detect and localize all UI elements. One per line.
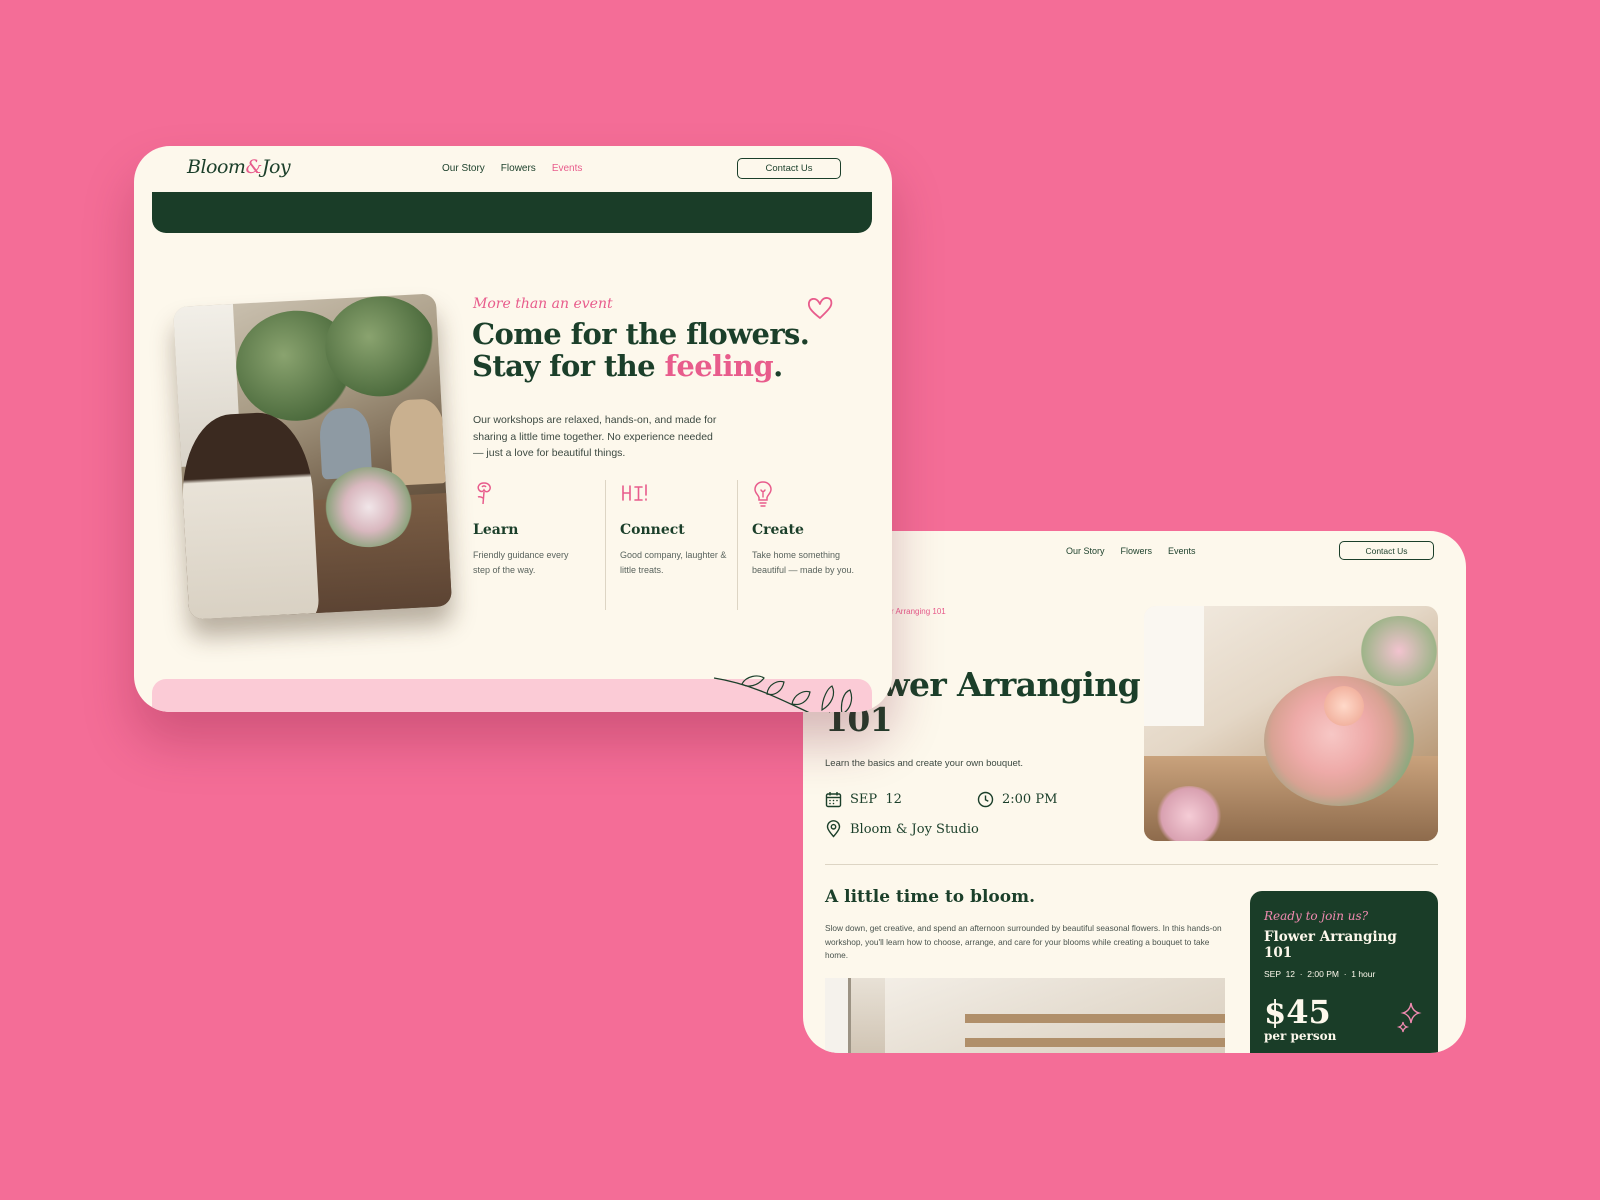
event-location-text: Bloom & Joy Studio [850, 821, 979, 837]
nav-our-story[interactable]: Our Story [442, 163, 485, 174]
hero-title-line-1: Come for the flowers. [472, 317, 810, 351]
event-subtitle: Learn the basics and create your own bou… [825, 758, 1024, 769]
lightbulb-icon [752, 480, 869, 508]
leaf-branch-illustration [713, 675, 853, 712]
clock-icon [977, 791, 994, 808]
events-page: Bloom&Joy Our Story Flowers Events Conta… [134, 146, 892, 712]
brand-logo[interactable]: Bloom&Joy [187, 156, 291, 178]
hero-title-period: . [773, 349, 783, 383]
ceiling-beam [965, 1038, 1225, 1047]
nav-flowers[interactable]: Flowers [501, 163, 536, 174]
event-date: SEP 12 [825, 791, 902, 808]
main-nav: Bloom&Joy Our Story Flowers Events Conta… [134, 146, 892, 192]
photo-person [388, 398, 448, 486]
logo-amp: & [245, 156, 262, 178]
contact-us-button[interactable]: Contact Us [1339, 541, 1434, 560]
nav-events[interactable]: Events [1168, 546, 1196, 556]
feature-create: Create Take home something beautiful — m… [737, 480, 869, 610]
feature-create-text: Take home something beautiful — made by … [752, 550, 855, 575]
section-text: Slow down, get creative, and spend an af… [825, 923, 1222, 960]
logo-word-2: Joy [261, 156, 291, 178]
photo-person-foreground [178, 410, 320, 620]
studio-photo [825, 978, 1225, 1053]
hero-title-line-2: Stay for the feeling. [472, 350, 872, 382]
booking-title: Flower Arranging 101 [1264, 929, 1397, 961]
feature-learn-title: Learn [473, 522, 519, 538]
calendar-icon [825, 792, 842, 808]
feature-connect: Connect Good company, laughter & little … [605, 480, 737, 610]
nav-events[interactable]: Events [552, 163, 583, 174]
hero-title-accent: feeling [664, 349, 774, 383]
nav-links: Our Story Flowers Events [1066, 546, 1196, 556]
nav-links: Our Story Flowers Events [442, 163, 582, 174]
feature-learn-text: Friendly guidance every step of the way. [473, 550, 569, 575]
workshop-photo [172, 293, 453, 620]
hero-description: Our workshops are relaxed, hands-on, and… [473, 414, 717, 459]
booking-eyebrow: Ready to join us? [1264, 909, 1369, 923]
feature-list: Learn Friendly guidance every step of th… [473, 480, 869, 610]
feature-learn: Learn Friendly guidance every step of th… [473, 480, 605, 610]
hero-title: Come for the flowers. Stay for the feeli… [472, 318, 872, 382]
event-time-text: 2:00 PM [1002, 792, 1058, 807]
hero-title-line-2-text: Stay for the [472, 349, 665, 383]
feature-create-title: Create [752, 522, 804, 538]
ceiling-beam [965, 1014, 1225, 1023]
hi-icon [620, 480, 737, 508]
bouquet-photo [1144, 606, 1438, 841]
hero-banner [152, 192, 872, 233]
event-time: 2:00 PM [977, 791, 1057, 808]
location-pin-icon [826, 820, 841, 838]
eyebrow-script: More than an event [473, 296, 613, 312]
contact-us-button[interactable]: Contact Us [737, 158, 841, 179]
event-detail-page: Bloom&Joy Our Story Flowers Events Conta… [803, 531, 1466, 1053]
detail-nav: Bloom&Joy Our Story Flowers Events Conta… [803, 531, 1466, 577]
event-date-text: SEP 12 [850, 792, 902, 807]
nav-flowers[interactable]: Flowers [1121, 546, 1153, 556]
rose-icon [473, 480, 605, 508]
feature-connect-title: Connect [620, 522, 685, 538]
sparkle-icon [1396, 1002, 1422, 1033]
booking-card: Ready to join us? Flower Arranging 101 S… [1250, 891, 1438, 1053]
nav-our-story[interactable]: Our Story [1066, 546, 1105, 556]
logo-word-1: Bloom [187, 156, 246, 178]
photo-window [1144, 606, 1204, 726]
feature-connect-text: Good company, laughter & little treats. [620, 550, 727, 575]
event-location: Bloom & Joy Studio [825, 820, 979, 838]
photo-foreground-flowers [1154, 786, 1224, 841]
photo-background-flowers [1359, 616, 1438, 686]
photo-ranunculus [1324, 686, 1364, 726]
section-title: A little time to bloom. [825, 887, 1035, 907]
studio-window [825, 978, 851, 1053]
booking-meta: SEP 12 · 2:00 PM · 1 hour [1264, 969, 1376, 979]
section-divider [825, 864, 1438, 865]
